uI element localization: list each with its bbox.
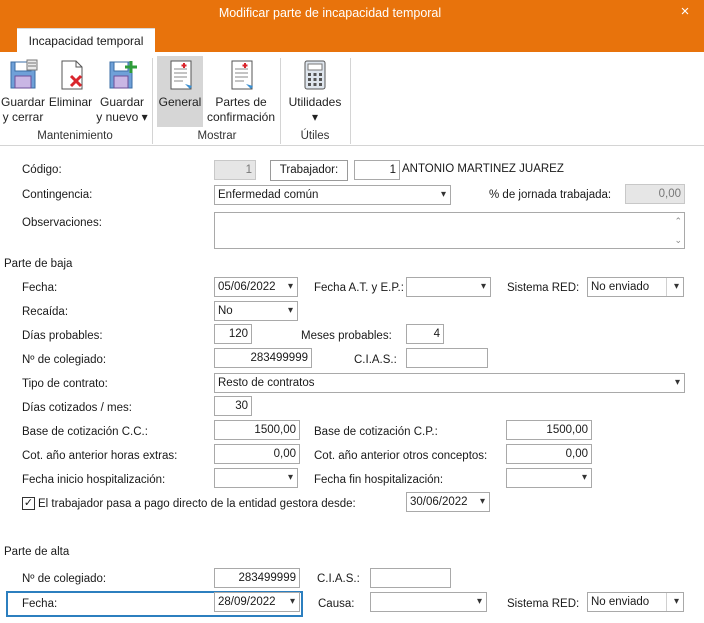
close-icon[interactable]: × <box>676 3 694 20</box>
calculator-icon <box>304 60 326 90</box>
dias-cotizados-label: Días cotizados / mes: <box>22 402 132 414</box>
alta-colegiado-label: Nº de colegiado: <box>22 573 107 585</box>
observaciones-label: Observaciones: <box>22 217 102 229</box>
observaciones-textarea[interactable]: ⌃ ⌄ <box>214 212 685 249</box>
dias-cotizados-field[interactable]: 30 <box>214 396 252 416</box>
partes-confirmacion-button[interactable]: Partes de confirmación <box>206 56 276 125</box>
parte-alta-section: Parte de alta <box>4 546 70 558</box>
delete-document-icon <box>61 60 82 90</box>
jornada-field: 0,00 <box>625 184 685 204</box>
alta-sistema-red-select[interactable]: No enviado <box>587 592 684 612</box>
base-cc-field[interactable]: 1500,00 <box>214 420 300 440</box>
guardar-cerrar-label-2: y cerrar <box>2 110 44 124</box>
inicio-hosp-field[interactable] <box>214 468 298 488</box>
baja-colegiado-label: Nº de colegiado: <box>22 354 107 366</box>
baja-fecha-field[interactable]: 05/06/2022 <box>214 277 298 297</box>
save-close-icon <box>10 59 38 89</box>
pago-directo-checkbox[interactable]: ✓ <box>22 497 35 510</box>
causa-label: Causa: <box>318 598 355 610</box>
pago-directo-label: El trabajador pasa a pago directo de la … <box>38 498 356 510</box>
fecha-at-field[interactable] <box>406 277 491 297</box>
title-bar: Modificar parte de incapacidad temporal … <box>0 0 704 53</box>
horas-extras-field[interactable]: 0,00 <box>214 444 300 464</box>
group-mantenimiento: Mantenimiento <box>37 130 113 142</box>
alta-fecha-field[interactable]: 28/09/2022 <box>214 592 300 612</box>
utilidades-label-2: ▾ <box>311 110 319 124</box>
guardar-cerrar-label-1: Guardar <box>1 95 46 109</box>
baja-cias-label: C.I.A.S.: <box>354 354 397 366</box>
dias-probables-field[interactable]: 120 <box>214 324 252 344</box>
fin-hosp-label: Fecha fin hospitalización: <box>314 474 444 486</box>
chevron-down-icon[interactable]: ⌄ <box>674 235 682 246</box>
meses-probables-label: Meses probables: <box>301 330 392 342</box>
group-mostrar: Mostrar <box>197 130 237 142</box>
jornada-label: % de jornada trabajada: <box>489 189 612 201</box>
trabajador-name: ANTONIO MARTINEZ JUAREZ <box>402 163 564 175</box>
alta-fecha-label: Fecha: <box>22 598 58 610</box>
causa-select[interactable] <box>370 592 487 612</box>
guardar-nuevo-label-1: Guardar <box>99 95 145 109</box>
alta-colegiado-field[interactable]: 283499999 <box>214 568 300 588</box>
fin-hosp-field[interactable] <box>506 468 592 488</box>
horas-extras-label: Cot. año anterior horas extras: <box>22 450 178 462</box>
trabajador-id-field[interactable]: 1 <box>354 160 400 180</box>
baja-colegiado-field[interactable]: 283499999 <box>214 348 312 368</box>
partes-label-2: confirmación <box>206 110 276 124</box>
trabajador-button[interactable]: Trabajador: <box>270 160 348 181</box>
group-utiles: Útiles <box>300 130 330 142</box>
general-label: General <box>158 95 202 109</box>
codigo-label: Código: <box>22 164 62 176</box>
baja-fecha-label: Fecha: <box>22 282 58 294</box>
otros-conceptos-label: Cot. año anterior otros conceptos: <box>314 450 488 462</box>
recaida-select[interactable]: No <box>214 301 298 321</box>
eliminar-button[interactable]: Eliminar <box>48 56 93 110</box>
parte-baja-section: Parte de baja <box>4 258 73 270</box>
partes-label-1: Partes de <box>215 95 267 109</box>
ribbon-separator <box>152 58 153 144</box>
otros-conceptos-field[interactable]: 0,00 <box>506 444 592 464</box>
utilidades-button[interactable]: Utilidades ▾ <box>285 56 345 125</box>
guardar-nuevo-label-2: y nuevo ▾ <box>96 110 148 124</box>
alta-sistema-red-label: Sistema RED: <box>507 598 580 610</box>
utilidades-label-1: Utilidades <box>288 95 342 109</box>
contingencia-select[interactable]: Enfermedad común <box>214 185 451 205</box>
baja-cias-field[interactable] <box>406 348 488 368</box>
pago-directo-date[interactable]: 30/06/2022 <box>406 492 490 512</box>
alta-cias-label: C.I.A.S.: <box>317 573 360 585</box>
alta-cias-field[interactable] <box>370 568 451 588</box>
chevron-up-icon[interactable]: ⌃ <box>674 216 682 227</box>
baja-sistema-red-select[interactable]: No enviado <box>587 277 684 297</box>
tab-incapacidad-temporal[interactable]: Incapacidad temporal <box>17 28 155 53</box>
baja-sistema-red-label: Sistema RED: <box>507 282 580 294</box>
base-cc-label: Base de cotización C.C.: <box>22 426 148 438</box>
eliminar-label: Eliminar <box>48 95 93 109</box>
inicio-hosp-label: Fecha inicio hospitalización: <box>22 474 166 486</box>
confirmation-document-icon <box>231 60 253 90</box>
tipo-contrato-label: Tipo de contrato: <box>22 378 108 390</box>
base-cp-field[interactable]: 1500,00 <box>506 420 592 440</box>
guardar-cerrar-button[interactable]: Guardar y cerrar <box>1 56 45 125</box>
window-title: Modificar parte de incapacidad temporal <box>218 6 442 20</box>
save-new-icon <box>109 61 137 89</box>
ribbon-separator <box>280 58 281 144</box>
base-cp-label: Base de cotización C.P.: <box>314 426 438 438</box>
general-button[interactable]: General <box>157 56 203 127</box>
guardar-nuevo-button[interactable]: Guardar y nuevo ▾ <box>96 56 148 125</box>
general-document-icon <box>170 60 192 90</box>
ribbon: Guardar y cerrar Eliminar Guardar y nuev… <box>0 52 704 146</box>
recaida-label: Recaída: <box>22 306 69 318</box>
codigo-field: 1 <box>214 160 256 180</box>
ribbon-separator <box>350 58 351 144</box>
fecha-at-label: Fecha A.T. y E.P.: <box>314 282 404 294</box>
meses-probables-field[interactable]: 4 <box>406 324 444 344</box>
contingencia-label: Contingencia: <box>22 189 93 201</box>
tipo-contrato-select[interactable]: Resto de contratos <box>214 373 685 393</box>
dias-probables-label: Días probables: <box>22 330 103 342</box>
